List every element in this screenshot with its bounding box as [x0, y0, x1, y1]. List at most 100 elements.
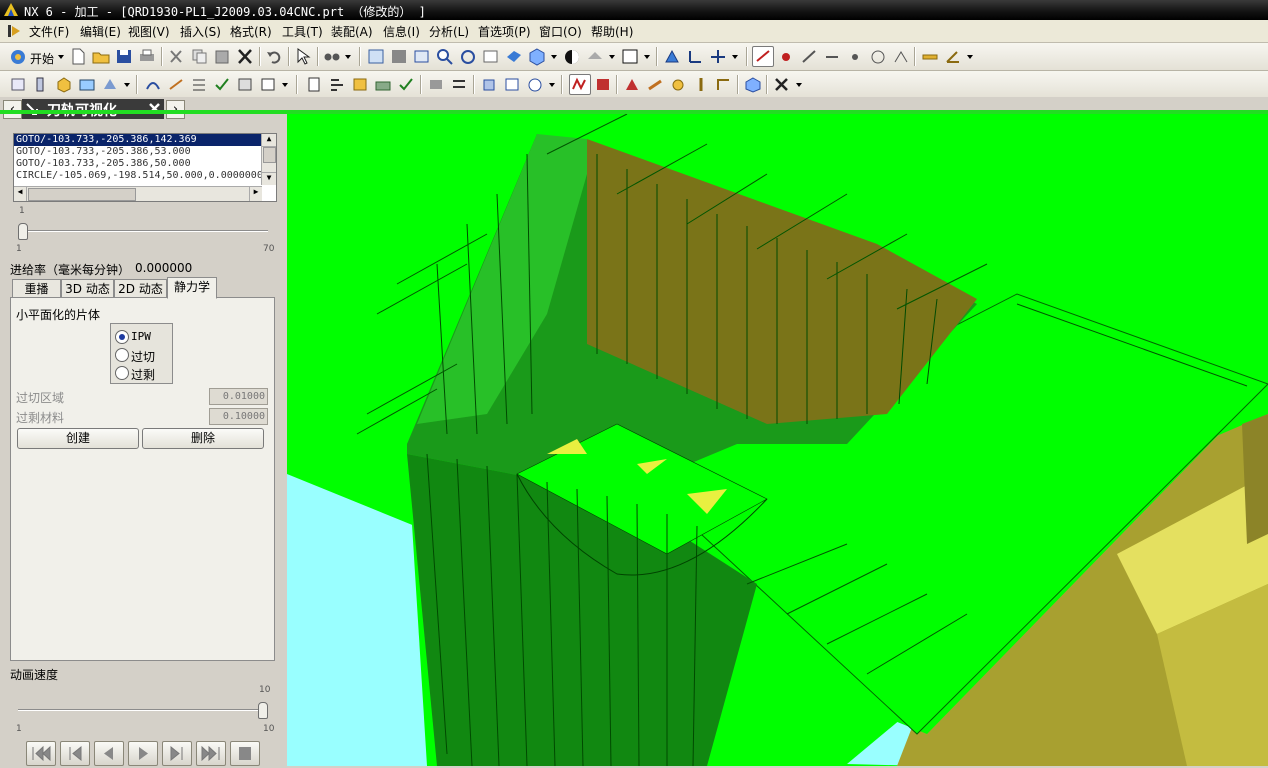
- background-icon[interactable]: [620, 47, 640, 66]
- engage-icon[interactable]: [668, 75, 688, 94]
- glasses-icon[interactable]: [322, 47, 342, 66]
- tab-3d-dynamic[interactable]: 3D 动态: [61, 279, 114, 298]
- replay-path-icon[interactable]: [166, 75, 186, 94]
- list-item[interactable]: GOTO/-103.733,-205.386,50.000: [14, 158, 276, 170]
- save-icon[interactable]: [114, 47, 134, 66]
- tab-2d-dynamic[interactable]: 2D 动态: [114, 279, 167, 298]
- excess-material-field[interactable]: 0.10000: [209, 408, 268, 425]
- snap-center-icon[interactable]: [868, 47, 888, 66]
- menu-view[interactable]: 视图(V): [128, 23, 170, 40]
- print-icon[interactable]: [137, 47, 157, 66]
- fit-icon[interactable]: [366, 47, 386, 66]
- postprocess-icon[interactable]: [258, 75, 278, 94]
- snap-quadrant-icon[interactable]: [891, 47, 911, 66]
- goto-start-button[interactable]: [26, 741, 56, 766]
- menu-info[interactable]: 信息(I): [383, 23, 420, 40]
- overcut-area-field[interactable]: 0.01000: [209, 388, 268, 405]
- select-filter-icon[interactable]: [293, 47, 313, 66]
- step-forward-button[interactable]: [162, 741, 192, 766]
- selection-arrow-icon[interactable]: [752, 46, 774, 67]
- step-back-button[interactable]: [60, 741, 90, 766]
- pan-icon[interactable]: [481, 47, 501, 66]
- angle-icon[interactable]: [943, 47, 963, 66]
- delete-button[interactable]: 删除: [142, 428, 264, 449]
- stop-button[interactable]: [230, 741, 260, 766]
- delete-icon[interactable]: [235, 47, 255, 66]
- new-icon[interactable]: [68, 47, 88, 66]
- list-item[interactable]: GOTO/-103.733,-205.386,53.000: [14, 146, 276, 158]
- rotate-icon[interactable]: [458, 47, 478, 66]
- group-icon[interactable]: [426, 75, 446, 94]
- create-tool-icon[interactable]: [31, 75, 51, 94]
- paste-icon[interactable]: [212, 47, 232, 66]
- parameters-icon[interactable]: [449, 75, 469, 94]
- tool-check-icon[interactable]: [396, 75, 416, 94]
- radio-excess[interactable]: [115, 366, 129, 380]
- cube-icon[interactable]: [527, 47, 547, 66]
- radio-ipw[interactable]: [115, 330, 129, 344]
- zoom-area-icon[interactable]: [412, 47, 432, 66]
- list-vscrollbar[interactable]: ▲ ▼: [261, 134, 276, 185]
- shop-doc-icon[interactable]: [304, 75, 324, 94]
- snap-icon[interactable]: [776, 47, 796, 66]
- copy-icon[interactable]: [189, 47, 209, 66]
- generate-path-icon[interactable]: [143, 75, 163, 94]
- menu-tools[interactable]: 工具(T): [282, 23, 323, 40]
- menu-edit[interactable]: 编辑(E): [80, 23, 121, 40]
- wcs-icon[interactable]: [685, 47, 705, 66]
- machine-icon[interactable]: [373, 75, 393, 94]
- menu-file[interactable]: 文件(F): [29, 23, 69, 40]
- menu-analysis[interactable]: 分析(L): [429, 23, 469, 40]
- play-button[interactable]: [128, 741, 158, 766]
- toolpath-list[interactable]: GOTO/-103.733,-205.386,142.369 GOTO/-103…: [13, 133, 277, 202]
- path-display-icon[interactable]: [569, 74, 591, 95]
- start-button[interactable]: 开始: [30, 50, 54, 67]
- snap-mid-icon[interactable]: [822, 47, 842, 66]
- menu-preferences[interactable]: 首选项(P): [478, 23, 531, 40]
- snap-end-icon[interactable]: [799, 47, 819, 66]
- create-program-icon[interactable]: [8, 75, 28, 94]
- list-item[interactable]: GOTO/-103.733,-205.386,142.369: [14, 134, 276, 146]
- list-path-icon[interactable]: [189, 75, 209, 94]
- feed-icon[interactable]: [622, 75, 642, 94]
- zoom-window-icon[interactable]: [389, 47, 409, 66]
- tab-replay[interactable]: 重播: [12, 279, 61, 298]
- close-x-icon[interactable]: [772, 75, 792, 94]
- path-color-icon[interactable]: [593, 75, 613, 94]
- create-method-icon[interactable]: [77, 75, 97, 94]
- measure-icon[interactable]: [920, 47, 940, 66]
- retract-icon[interactable]: [691, 75, 711, 94]
- graphics-viewport[interactable]: [287, 114, 1268, 766]
- create-operation-icon[interactable]: [100, 75, 120, 94]
- snap-point-icon[interactable]: [845, 47, 865, 66]
- simulate-icon[interactable]: [235, 75, 255, 94]
- menu-insert[interactable]: 插入(S): [180, 23, 221, 40]
- object-display-icon[interactable]: [502, 75, 522, 94]
- menu-assembly[interactable]: 装配(A): [331, 23, 373, 40]
- tab-static[interactable]: 静力学: [167, 277, 217, 299]
- create-button[interactable]: 创建: [17, 428, 139, 449]
- undo-icon[interactable]: [264, 47, 284, 66]
- toolpath-position-slider[interactable]: [18, 223, 28, 240]
- play-back-button[interactable]: [94, 741, 124, 766]
- goto-end-button[interactable]: [196, 741, 226, 766]
- render-icon[interactable]: [562, 47, 582, 66]
- orient-icon[interactable]: [662, 47, 682, 66]
- corner-icon[interactable]: [714, 75, 734, 94]
- menu-help[interactable]: 帮助(H): [591, 23, 633, 40]
- open-icon[interactable]: [91, 47, 111, 66]
- list-hscrollbar[interactable]: ◀ ▶: [14, 186, 262, 201]
- output-nc-icon[interactable]: [350, 75, 370, 94]
- verify-path-icon[interactable]: [212, 75, 232, 94]
- menu-format[interactable]: 格式(R): [230, 23, 272, 40]
- radio-overcut[interactable]: [115, 348, 129, 362]
- transform-icon[interactable]: [479, 75, 499, 94]
- list-item[interactable]: CIRCLE/-105.069,-198.514,50.000,0.000000…: [14, 170, 276, 182]
- display-mode-icon[interactable]: [585, 47, 605, 66]
- workpiece-icon[interactable]: [743, 75, 763, 94]
- animation-speed-slider[interactable]: [258, 702, 268, 719]
- zoom-icon[interactable]: [435, 47, 455, 66]
- shaded-icon[interactable]: [504, 47, 524, 66]
- create-geometry-icon[interactable]: [54, 75, 74, 94]
- move-icon[interactable]: [708, 47, 728, 66]
